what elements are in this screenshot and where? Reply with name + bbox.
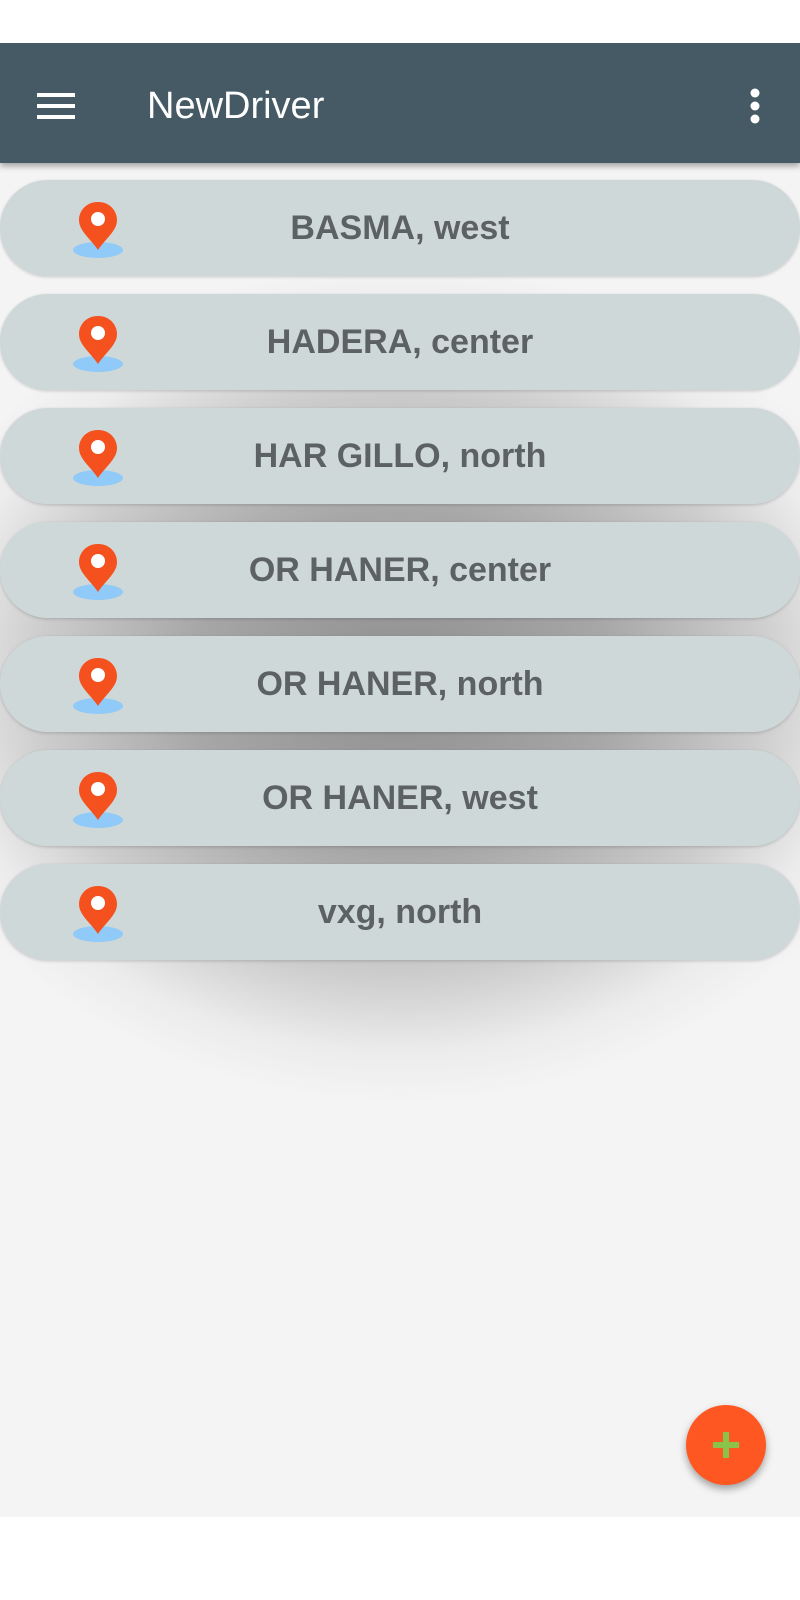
more-vert-icon bbox=[750, 88, 760, 124]
app-bar: NewDriver bbox=[0, 43, 800, 163]
list-item[interactable]: vxg, north bbox=[0, 864, 800, 960]
location-label: OR HANER, west bbox=[262, 779, 538, 817]
location-label: HADERA, center bbox=[266, 323, 534, 361]
app-title: NewDriver bbox=[147, 85, 325, 127]
list-item[interactable]: HAR GILLO, north bbox=[0, 408, 800, 504]
navigation-bar-area bbox=[0, 1517, 800, 1600]
location-label: OR HANER, north bbox=[256, 665, 544, 703]
status-bar-area bbox=[0, 0, 800, 43]
overflow-menu-button[interactable] bbox=[725, 71, 785, 141]
list-item[interactable]: BASMA, west bbox=[0, 180, 800, 276]
list-item[interactable]: OR HANER, west bbox=[0, 750, 800, 846]
plus-icon bbox=[713, 1432, 739, 1458]
location-label: vxg, north bbox=[317, 893, 483, 931]
location-label: HAR GILLO, north bbox=[253, 437, 547, 475]
menu-button[interactable] bbox=[22, 71, 92, 141]
location-label: OR HANER, center bbox=[248, 551, 552, 589]
list-item[interactable]: OR HANER, north bbox=[0, 636, 800, 732]
location-label: BASMA, west bbox=[290, 209, 510, 247]
hamburger-menu-icon bbox=[37, 93, 75, 119]
location-list: BASMA, west HADERA, center HAR GILLO, no… bbox=[0, 180, 800, 978]
list-item[interactable]: HADERA, center bbox=[0, 294, 800, 390]
list-item[interactable]: OR HANER, center bbox=[0, 522, 800, 618]
add-location-button[interactable] bbox=[686, 1405, 766, 1485]
app-screen: NewDriver BASMA, west HADERA, center HAR… bbox=[0, 43, 800, 1517]
